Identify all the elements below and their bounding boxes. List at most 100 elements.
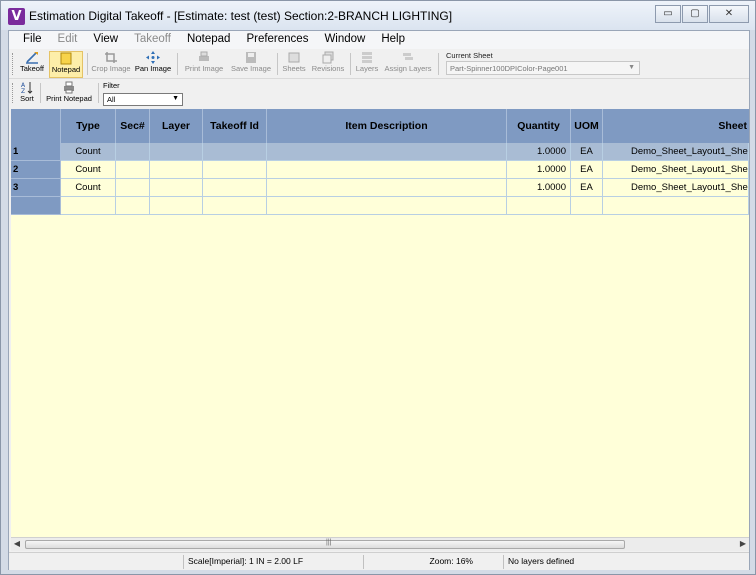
column-header-quantity[interactable]: Quantity: [507, 109, 571, 143]
pan-image-button[interactable]: Pan Image: [133, 51, 173, 78]
chevron-down-icon: ▼: [628, 64, 635, 71]
menu-notepad[interactable]: Notepad: [179, 31, 238, 49]
scroll-right-icon[interactable]: ▶: [737, 539, 749, 548]
grid-header: Type Sec# Layer Takeoff Id Item Descript…: [11, 109, 749, 143]
menu-help[interactable]: Help: [373, 31, 413, 49]
cell-quantity[interactable]: 1.0000: [507, 161, 571, 179]
column-header-sheet[interactable]: Sheet: [603, 109, 749, 143]
column-header-takeoff-id[interactable]: Takeoff Id: [203, 109, 267, 143]
filter-dropdown[interactable]: All ▼: [103, 93, 183, 106]
cell-layer[interactable]: [150, 179, 203, 197]
save-image-label: Save Image: [230, 64, 272, 73]
title-bar[interactable]: V Estimation Digital Takeoff - [Estimate…: [1, 1, 755, 30]
cell-sheet[interactable]: [603, 197, 749, 215]
column-header-uom[interactable]: UOM: [571, 109, 603, 143]
print-notepad-button[interactable]: Print Notepad: [43, 81, 95, 108]
table-row[interactable]: 2Count 1.0000EADemo_Sheet_Layout1_Sheet_1: [11, 161, 749, 179]
column-header-layer[interactable]: Layer: [150, 109, 203, 143]
cell-item-description[interactable]: [267, 161, 507, 179]
client-area: File Edit View Takeoff Notepad Preferenc…: [8, 30, 750, 570]
save-image-button[interactable]: Save Image: [228, 51, 274, 78]
cell-sheet[interactable]: Demo_Sheet_Layout1_Sheet_1: [603, 179, 749, 197]
table-row[interactable]: 1Count 1.0000EADemo_Sheet_Layout1_Sheet_1: [11, 143, 749, 161]
close-button[interactable]: ✕: [709, 5, 749, 23]
main-window: V Estimation Digital Takeoff - [Estimate…: [0, 0, 756, 575]
sheets-label: Sheets: [282, 64, 306, 73]
save-icon: [246, 52, 256, 63]
cell-uom[interactable]: EA: [571, 143, 603, 161]
column-header-type[interactable]: Type: [61, 109, 116, 143]
cell-layer[interactable]: [150, 143, 203, 161]
row-number[interactable]: [11, 197, 61, 215]
crop-image-button[interactable]: Crop Image: [91, 51, 131, 78]
cell-takeoff-id[interactable]: [203, 197, 267, 215]
notepad-icon: [60, 52, 72, 65]
toolbar-grip[interactable]: [12, 83, 15, 103]
cell-type[interactable]: Count: [61, 179, 116, 197]
menu-view[interactable]: View: [85, 31, 126, 49]
assign-layers-icon: [403, 53, 413, 60]
cell-item-description[interactable]: [267, 179, 507, 197]
cell-layer[interactable]: [150, 161, 203, 179]
print-image-button[interactable]: Print Image: [181, 51, 227, 78]
grid-toolbar: AZ Sort Print Notepad Filter All ▼: [9, 79, 749, 107]
app-logo-icon[interactable]: V: [8, 8, 25, 25]
cell-quantity[interactable]: [507, 197, 571, 215]
notepad-button[interactable]: Notepad: [49, 51, 83, 78]
menu-file[interactable]: File: [15, 31, 50, 49]
menu-preferences[interactable]: Preferences: [238, 31, 316, 49]
cell-layer[interactable]: [150, 197, 203, 215]
cell-sheet[interactable]: Demo_Sheet_Layout1_Sheet_1: [603, 161, 749, 179]
revisions-icon: [322, 51, 334, 64]
revisions-button[interactable]: Revisions: [309, 51, 347, 78]
cell-sheet[interactable]: Demo_Sheet_Layout1_Sheet_1: [603, 143, 749, 161]
cell-sec[interactable]: [116, 143, 150, 161]
cell-sec[interactable]: [116, 179, 150, 197]
cell-uom[interactable]: [571, 197, 603, 215]
cell-uom[interactable]: EA: [571, 161, 603, 179]
scrollbar-thumb[interactable]: |||: [25, 539, 625, 549]
assign-layers-button[interactable]: Assign Layers: [383, 51, 433, 78]
cell-takeoff-id[interactable]: [203, 161, 267, 179]
cell-sec[interactable]: [116, 197, 150, 215]
minimize-button[interactable]: ▭: [655, 5, 681, 23]
horizontal-scrollbar[interactable]: ◀ ||| ▶: [11, 537, 749, 551]
cell-item-description[interactable]: [267, 143, 507, 161]
cell-item-description[interactable]: [267, 197, 507, 215]
current-sheet-dropdown[interactable]: Part-Spinner100DPIColor-Page001 ▼: [446, 61, 640, 75]
cell-takeoff-id[interactable]: [203, 143, 267, 161]
printer-icon: [199, 51, 209, 61]
menu-window[interactable]: Window: [316, 31, 373, 49]
menu-takeoff[interactable]: Takeoff: [126, 31, 179, 49]
maximize-button[interactable]: ▢: [682, 5, 708, 23]
cell-quantity[interactable]: 1.0000: [507, 179, 571, 197]
layers-button[interactable]: Layers: [354, 51, 380, 78]
cell-type[interactable]: Count: [61, 161, 116, 179]
cell-sec[interactable]: [116, 161, 150, 179]
table-row[interactable]: 3Count 1.0000EADemo_Sheet_Layout1_Sheet_1: [11, 179, 749, 197]
row-number[interactable]: 3: [11, 179, 61, 197]
status-zoom: Zoom: 16%: [364, 555, 504, 569]
table-row[interactable]: [11, 197, 749, 215]
cell-type[interactable]: Count: [61, 143, 116, 161]
toolbar-grip[interactable]: [12, 53, 15, 75]
chevron-down-icon: ▼: [172, 95, 179, 102]
cell-uom[interactable]: EA: [571, 179, 603, 197]
menu-edit[interactable]: Edit: [50, 31, 86, 49]
cell-type[interactable]: [61, 197, 116, 215]
row-number[interactable]: 2: [11, 161, 61, 179]
cell-takeoff-id[interactable]: [203, 179, 267, 197]
scroll-left-icon[interactable]: ◀: [11, 539, 23, 548]
column-header-item-description[interactable]: Item Description: [267, 109, 507, 143]
current-sheet-value: Part-Spinner100DPIColor-Page001: [450, 64, 568, 73]
row-number[interactable]: 1: [11, 143, 61, 161]
sheets-button[interactable]: Sheets: [281, 51, 307, 78]
sort-button[interactable]: AZ Sort: [17, 81, 37, 108]
filter-value: All: [107, 95, 116, 104]
row-header-corner[interactable]: [11, 109, 61, 143]
takeoff-label: Takeoff: [19, 64, 45, 73]
column-header-sec[interactable]: Sec#: [116, 109, 150, 143]
assign-layers-label: Assign Layers: [384, 64, 432, 73]
takeoff-button[interactable]: Takeoff: [17, 51, 47, 78]
cell-quantity[interactable]: 1.0000: [507, 143, 571, 161]
